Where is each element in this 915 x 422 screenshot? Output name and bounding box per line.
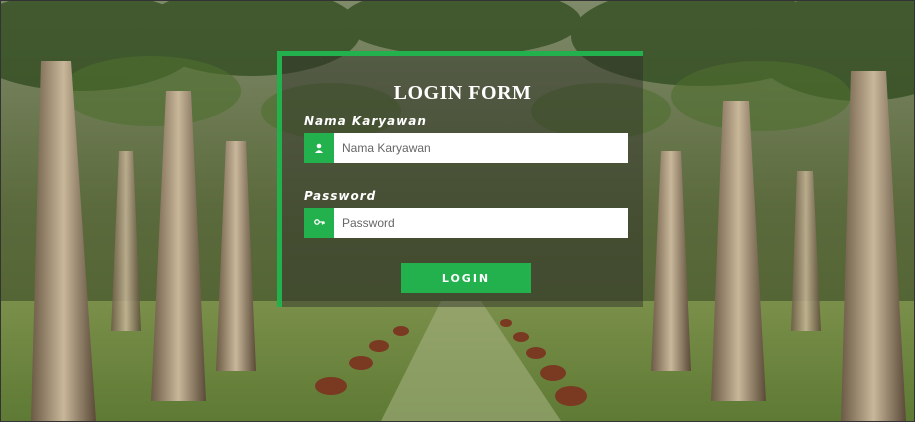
password-label: Password [304, 189, 377, 203]
key-icon [304, 208, 334, 238]
password-field-group [304, 208, 628, 238]
name-field-group [304, 133, 628, 163]
login-button[interactable]: LOGIN [401, 263, 531, 293]
form-title: LOGIN FORM [393, 82, 532, 104]
login-page: LOGIN FORM Nama Karyawan Password LOGIN [0, 0, 915, 422]
user-icon [304, 133, 334, 163]
name-label: Nama Karyawan [304, 114, 427, 128]
password-input[interactable] [334, 208, 628, 238]
login-form-panel: LOGIN FORM Nama Karyawan Password LOGIN [277, 51, 643, 307]
name-input[interactable] [334, 133, 628, 163]
